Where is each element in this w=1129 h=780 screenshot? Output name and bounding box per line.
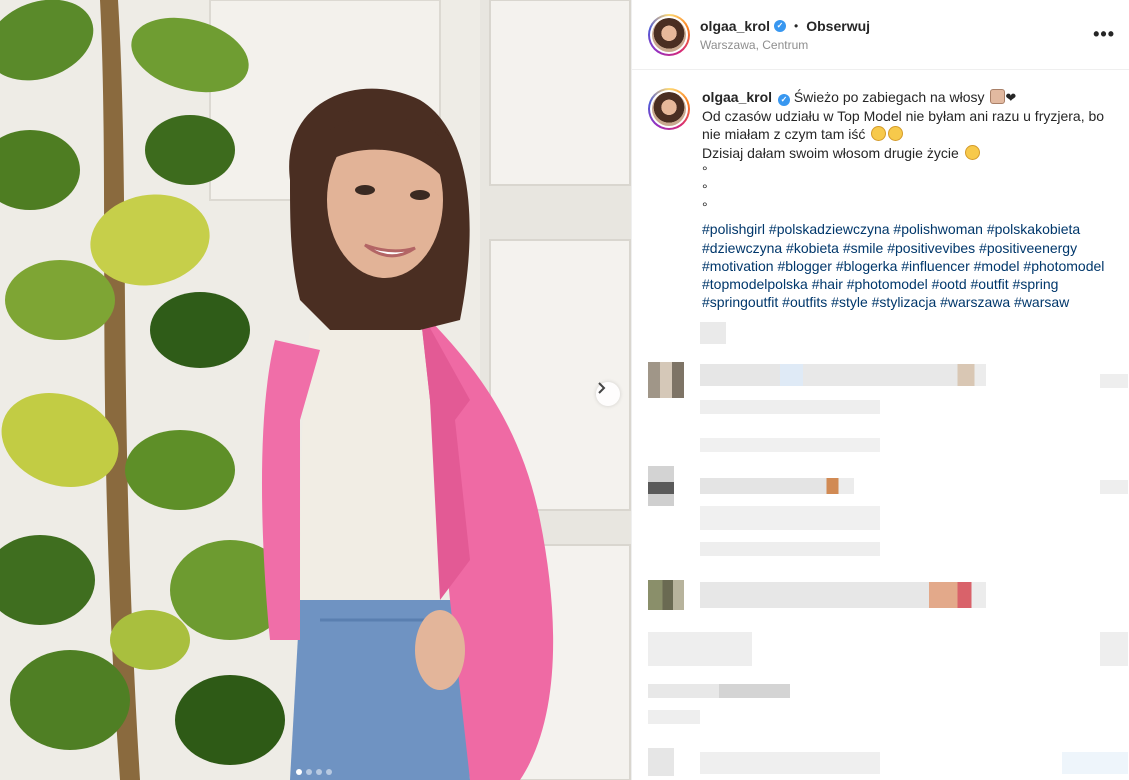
post-caption: olgaa_krol ✓ Świeżo po zabiegach na włos… xyxy=(648,88,1119,311)
chevron-right-icon xyxy=(598,382,606,394)
verified-badge-icon: ✓ xyxy=(774,19,787,32)
carousel-next-button[interactable] xyxy=(596,382,620,406)
caption-hashtags[interactable]: #polishgirl #polskadziewczyna #polishwom… xyxy=(702,220,1119,311)
post-location[interactable]: Warszawa, Centrum xyxy=(700,38,870,52)
caption-dot-line: ° xyxy=(702,162,708,179)
photo-illustration xyxy=(0,0,631,780)
comment-avatar xyxy=(648,362,684,398)
author-username[interactable]: olgaa_krol xyxy=(700,18,770,34)
comment-avatar xyxy=(648,466,674,506)
victory-hand-emoji-icon xyxy=(990,89,1006,104)
post-header: olgaa_krol ✓ • Obserwuj Warszawa, Centru… xyxy=(632,0,1129,70)
rolling-laughing-emoji-icon xyxy=(888,126,904,142)
caption-line-2: Od czasów udziału w Top Model nie byłam … xyxy=(702,108,1105,143)
upside-down-face-emoji-icon xyxy=(964,144,980,160)
carousel-dot xyxy=(316,769,322,775)
carousel-dot xyxy=(306,769,312,775)
carousel-dot xyxy=(296,769,302,775)
rolling-laughing-emoji-icon xyxy=(871,126,887,142)
carousel-dot xyxy=(326,769,332,775)
separator-dot: • xyxy=(794,18,799,33)
caption-line-1: Świeżo po zabiegach na włosy xyxy=(793,89,985,105)
post-photo[interactable] xyxy=(0,0,631,780)
caption-dot-line: ° xyxy=(702,181,708,198)
black-heart-icon: ❤ xyxy=(1005,90,1017,105)
caption-line-3: Dzisiaj dałam swoim włosom drugie życie xyxy=(702,144,959,161)
caption-username[interactable]: olgaa_krol xyxy=(702,89,772,105)
caption-avatar[interactable] xyxy=(648,88,690,130)
instagram-post: olgaa_krol ✓ • Obserwuj Warszawa, Centru… xyxy=(0,0,1129,780)
carousel-indicator xyxy=(296,769,332,775)
follow-button[interactable]: Obserwuj xyxy=(806,18,870,34)
verified-badge-icon: ✓ xyxy=(777,94,790,107)
comment-avatar xyxy=(648,580,684,610)
post-side-panel: olgaa_krol ✓ • Obserwuj Warszawa, Centru… xyxy=(631,0,1129,780)
more-options-icon[interactable]: ••• xyxy=(1093,24,1115,45)
avatar[interactable] xyxy=(648,13,690,56)
caption-dot-line: ° xyxy=(702,199,708,216)
